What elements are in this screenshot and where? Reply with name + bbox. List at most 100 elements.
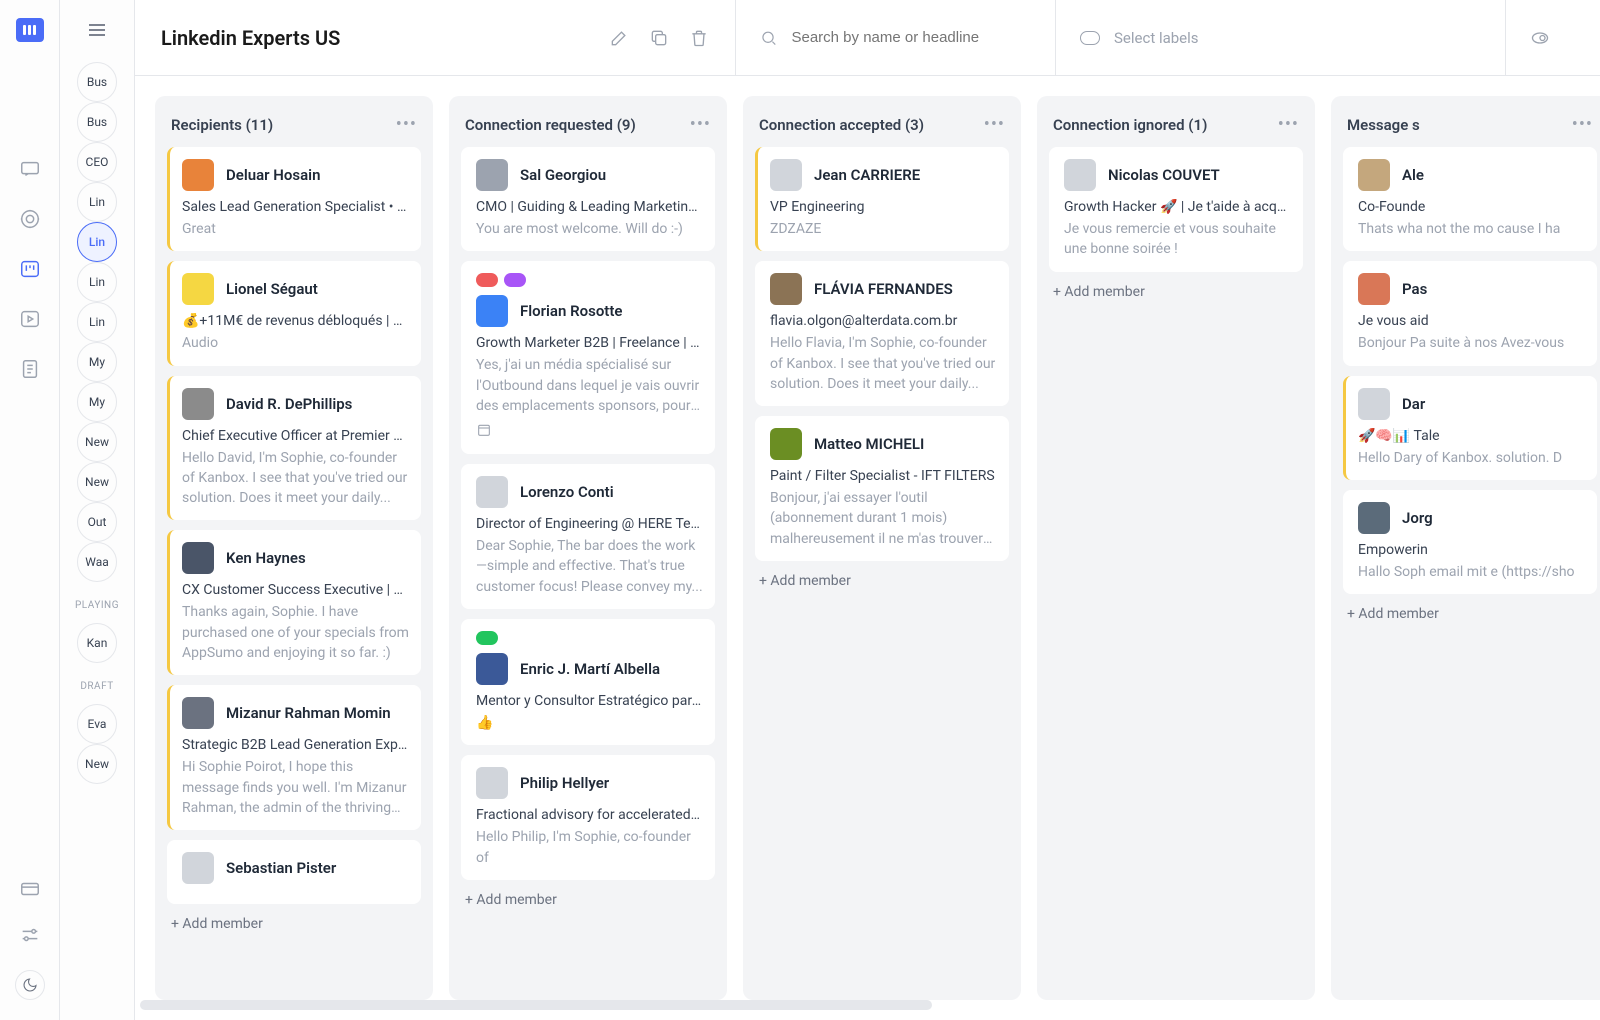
sidebar-chip[interactable]: Eva — [77, 704, 117, 744]
card-name: Dar — [1402, 395, 1425, 413]
column-menu-icon[interactable]: ••• — [396, 114, 417, 135]
card-name: David R. DePhillips — [226, 395, 352, 413]
avatar — [770, 428, 802, 460]
trash-icon[interactable] — [689, 28, 709, 48]
card-headline: Empowerin — [1358, 542, 1585, 558]
kanban-card[interactable]: Jean CARRIEREVP EngineeringZDZAZE — [755, 147, 1009, 251]
column-menu-icon[interactable]: ••• — [984, 114, 1005, 135]
card-headline: CMO | Guiding & Leading Marketing T... — [476, 199, 703, 215]
kanban-card[interactable]: Sal Georgiou CMO | Guiding & Leading Mark… — [461, 147, 715, 251]
sidebar-chip[interactable]: New — [77, 744, 117, 784]
card-message: ZDZAZE — [770, 219, 997, 239]
sidebar-chip[interactable]: Lin — [77, 222, 117, 262]
kanban-card[interactable]: Dar🚀🧠📊 TaleHello Dary of Kanbox. solutio… — [1343, 376, 1597, 480]
card-message: Thats wha not the mo cause I ha — [1358, 219, 1585, 239]
add-member-button[interactable]: + Add member — [1343, 594, 1597, 624]
kanban-card[interactable]: AleCo-FoundeThats wha not the mo cause I… — [1343, 147, 1597, 251]
column-title: Recipients (11) — [171, 116, 273, 134]
billing-icon[interactable] — [19, 878, 41, 900]
label-select[interactable]: Select labels — [1055, 0, 1485, 75]
kanban-card[interactable]: Nicolas COUVET Growth Hacker 🚀 | Je t'aid… — [1049, 147, 1303, 272]
column-menu-icon[interactable]: ••• — [690, 114, 711, 135]
card-headline: Chief Executive Officer at Premier Ho... — [182, 428, 409, 444]
card-name: Sal Georgiou — [520, 166, 606, 184]
status-badge — [504, 273, 526, 287]
add-member-button[interactable]: + Add member — [167, 904, 421, 934]
add-member-button[interactable]: + Add member — [461, 880, 715, 910]
avatar — [476, 476, 508, 508]
avatar — [182, 388, 214, 420]
add-member-button[interactable]: + Add member — [755, 561, 1009, 591]
card-name: Enric J. Martí Albella — [520, 660, 660, 678]
search-input[interactable] — [791, 29, 1011, 46]
kanban-card[interactable]: JorgEmpowerinHallo Soph email mit e (htt… — [1343, 490, 1597, 594]
edit-icon[interactable] — [609, 28, 629, 48]
kanban-card[interactable]: Lionel Ségaut💰+11M€ de revenus débloqués… — [167, 261, 421, 365]
kanban-card[interactable]: FLÁVIA FERNANDESflavia.olgon@alterdata.c… — [755, 261, 1009, 406]
column-menu-icon[interactable]: ••• — [1572, 114, 1593, 135]
nav-rail — [0, 0, 60, 1020]
sidebar-chip[interactable]: Bus — [77, 102, 117, 142]
sidebar-chip[interactable]: New — [77, 422, 117, 462]
card-name: Deluar Hosain — [226, 166, 320, 184]
settings-icon[interactable] — [19, 924, 41, 946]
card-message: Great — [182, 219, 409, 239]
target-icon[interactable] — [19, 208, 41, 230]
sidebar-chip[interactable]: My — [77, 382, 117, 422]
kanban-card[interactable]: Sebastian Pister — [167, 840, 421, 904]
card-message: Hello Flavia, I'm Sophie, co-founder of … — [770, 333, 997, 394]
card-name: FLÁVIA FERNANDES — [814, 280, 953, 298]
card-message: Je vous remercie et vous souhaite une bo… — [1064, 219, 1291, 260]
column-menu-icon[interactable]: ••• — [1278, 114, 1299, 135]
sidebar-chip[interactable]: CEO — [77, 142, 117, 182]
avatar — [182, 273, 214, 305]
tag-icon — [1080, 31, 1100, 45]
card-headline: Growth Hacker 🚀 | Je t'aide à acquéri... — [1064, 199, 1291, 215]
avatar — [182, 159, 214, 191]
card-message: Bonjour Pa suite à nos Avez-vous — [1358, 333, 1585, 353]
horizontal-scrollbar[interactable] — [140, 1000, 1580, 1014]
add-member-button[interactable]: + Add member — [1049, 272, 1303, 302]
header: Linkedin Experts US Select labels — [135, 0, 1600, 76]
sidebar-chip[interactable]: Lin — [77, 302, 117, 342]
sidebar-chip[interactable]: Kan — [77, 623, 117, 663]
kanban-card[interactable]: Mizanur Rahman MominStrategic B2B Lead G… — [167, 685, 421, 830]
visibility-icon[interactable] — [1530, 28, 1550, 48]
card-name: Nicolas COUVET — [1108, 166, 1220, 184]
kanban-card[interactable]: Ken HaynesCX Customer Success Executive … — [167, 530, 421, 675]
theme-toggle[interactable] — [15, 970, 45, 1000]
copy-icon[interactable] — [649, 28, 669, 48]
card-message: Hello Dary of Kanbox. solution. D — [1358, 448, 1585, 468]
column-title: Message s — [1347, 116, 1420, 134]
messages-icon[interactable] — [19, 158, 41, 180]
card-headline: VP Engineering — [770, 199, 997, 215]
sidebar-chip[interactable]: New — [77, 462, 117, 502]
sidebar-chip[interactable]: Waa — [77, 542, 117, 582]
kanban-card[interactable]: Philip HellyerFractional advisory for ac… — [461, 755, 715, 880]
card-message: Audio — [182, 333, 409, 353]
card-message: Hello Philip, I'm Sophie, co-founder of — [476, 827, 703, 868]
sidebar-chip[interactable]: Bus — [77, 62, 117, 102]
board-icon[interactable] — [19, 258, 41, 280]
kanban-card[interactable]: Lorenzo ContiDirector of Engineering @ H… — [461, 464, 715, 609]
kanban-card[interactable]: Matteo MICHELIPaint / Filter Specialist … — [755, 416, 1009, 561]
kanban-card[interactable]: Deluar HosainSales Lead Generation Speci… — [167, 147, 421, 251]
avatar — [182, 542, 214, 574]
card-name: Ale — [1402, 166, 1424, 184]
kanban-card[interactable]: Florian RosotteGrowth Marketer B2B | Fre… — [461, 261, 715, 454]
media-icon[interactable] — [19, 308, 41, 330]
sidebar-chip[interactable]: Lin — [77, 262, 117, 302]
kanban-card[interactable]: David R. DePhillips Chief Executive Offic… — [167, 376, 421, 521]
document-icon[interactable] — [19, 358, 41, 380]
avatar — [182, 697, 214, 729]
menu-icon[interactable] — [85, 18, 109, 42]
sidebar-chip[interactable]: Lin — [77, 182, 117, 222]
card-headline: Growth Marketer B2B | Freelance | H... — [476, 335, 703, 351]
sidebar-chip[interactable]: My — [77, 342, 117, 382]
sidebar-chip[interactable]: Out — [77, 502, 117, 542]
status-badge — [476, 273, 498, 287]
card-headline: CX Customer Success Executive | Boa... — [182, 582, 409, 598]
kanban-card[interactable]: Enric J. Martí AlbellaMentor y Consultor… — [461, 619, 715, 745]
kanban-card[interactable]: PasJe vous aidBonjour Pa suite à nos Ave… — [1343, 261, 1597, 365]
avatar — [770, 159, 802, 191]
